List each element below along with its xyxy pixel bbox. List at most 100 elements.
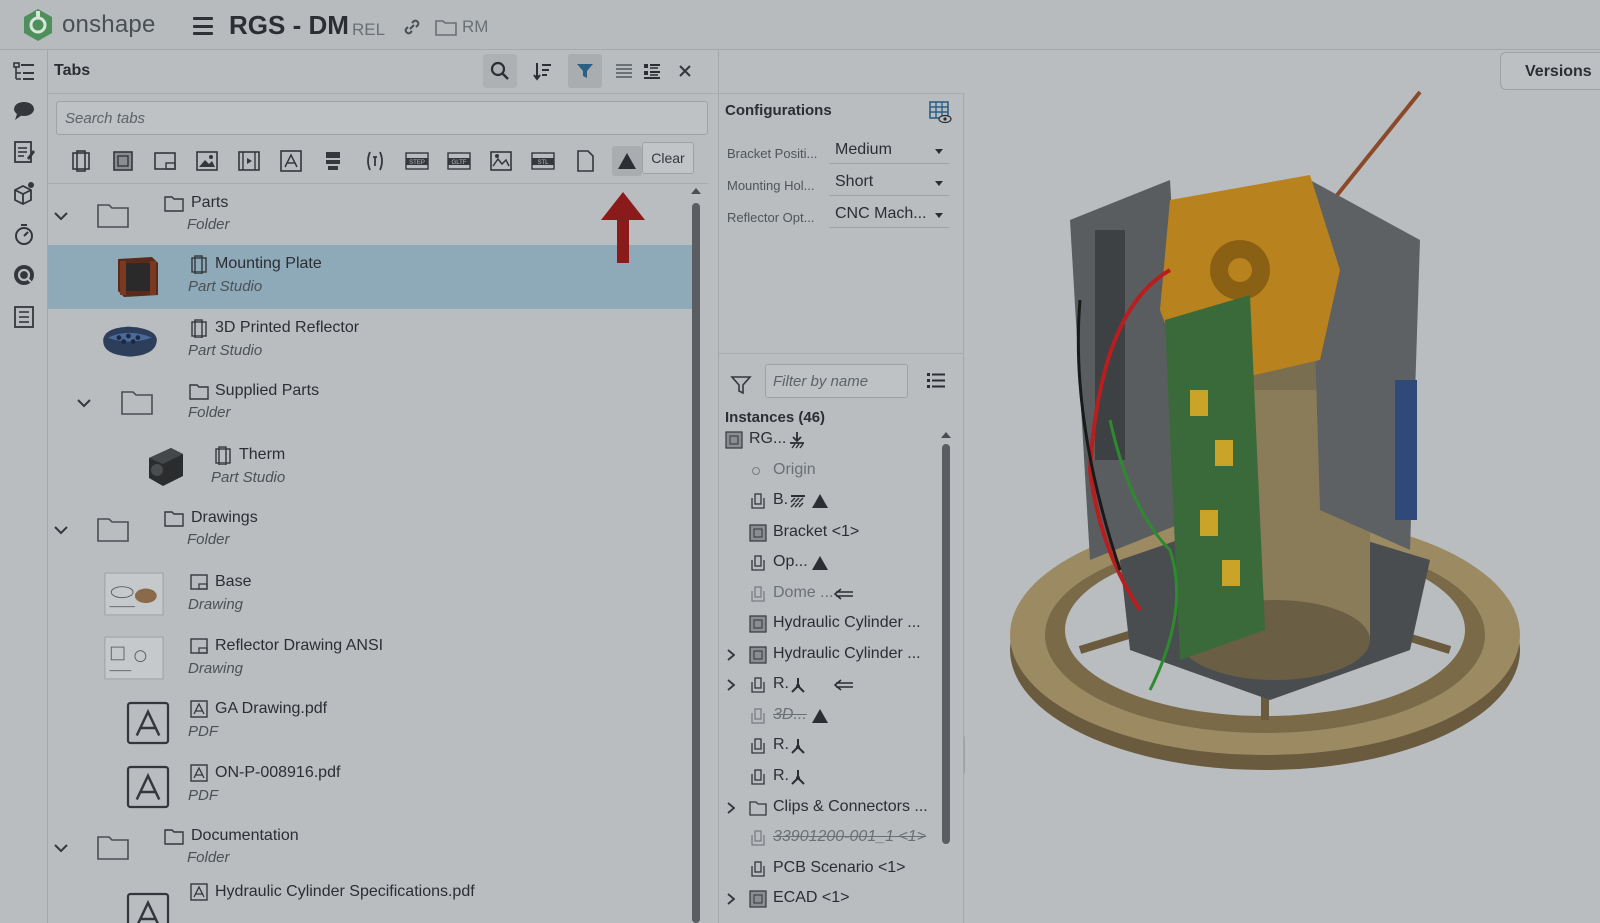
configuration-table-icon[interactable]: [928, 100, 952, 124]
versions-tab[interactable]: Versions: [1500, 52, 1600, 90]
scroll-up-arrow[interactable]: [691, 188, 701, 194]
chevron-right-icon[interactable]: [727, 649, 735, 661]
sort-button[interactable]: [526, 54, 560, 88]
instance-row[interactable]: Origin: [719, 458, 939, 484]
chevron-right-icon[interactable]: [727, 679, 735, 691]
filter-button[interactable]: [568, 54, 602, 88]
list-item[interactable]: 3D Printed Reflector Part Studio: [48, 309, 698, 373]
timer-icon[interactable]: [12, 222, 36, 246]
document-title[interactable]: RGS - DM: [229, 10, 349, 41]
search-button[interactable]: [483, 54, 517, 88]
link-icon[interactable]: [402, 17, 422, 37]
config-select[interactable]: Short: [829, 170, 949, 196]
folder-icon[interactable]: [435, 18, 457, 36]
filter-step[interactable]: STEP: [402, 146, 432, 176]
drawing-icon: [190, 638, 208, 654]
filter-blank-file[interactable]: [570, 146, 600, 176]
folder-name[interactable]: RM: [462, 17, 488, 37]
instance-row[interactable]: PCB Scenario <1>: [719, 856, 939, 882]
instance-row[interactable]: 3D...: [719, 703, 939, 729]
instance-row[interactable]: B.: [719, 488, 939, 514]
onshape-logo[interactable]: onshape: [22, 8, 156, 42]
chevron-down-icon[interactable]: [54, 843, 68, 853]
filter-image[interactable]: [192, 146, 222, 176]
chevron-down-icon[interactable]: [54, 525, 68, 535]
filter-feature-studio[interactable]: [360, 146, 390, 176]
config-select[interactable]: CNC Mach...: [829, 202, 949, 228]
list-item[interactable]: Base Drawing: [48, 563, 698, 627]
tab-name: GA Drawing.pdf: [215, 700, 328, 717]
filter-assembly[interactable]: [108, 146, 138, 176]
tabs-scrollbar[interactable]: [692, 203, 700, 923]
list-options-icon[interactable]: [925, 370, 947, 392]
instance-row[interactable]: 33901200-001_1 <1>: [719, 825, 939, 851]
feature-list-icon[interactable]: [12, 60, 36, 84]
instances-scroll-up-arrow[interactable]: [941, 432, 951, 438]
part-studio-icon: [191, 255, 207, 274]
chevron-down-icon[interactable]: [77, 398, 91, 408]
release-label: REL: [352, 20, 386, 39]
list-item[interactable]: Documentation Folder: [48, 817, 698, 881]
origin-icon: [752, 467, 760, 475]
filter-drawing[interactable]: [150, 146, 180, 176]
clear-filters-button[interactable]: Clear: [642, 142, 694, 174]
comments-icon[interactable]: [12, 99, 36, 123]
search-tabs-field[interactable]: [56, 101, 708, 135]
versions-label: Versions: [1525, 63, 1592, 80]
instance-row[interactable]: R.: [719, 672, 939, 698]
properties-icon[interactable]: [12, 305, 36, 329]
filter-part-studio[interactable]: [66, 146, 96, 176]
notes-icon[interactable]: [12, 140, 36, 164]
instance-row[interactable]: R.: [719, 764, 939, 790]
instance-row[interactable]: Op...: [719, 550, 939, 576]
filter-icon[interactable]: [730, 374, 752, 396]
config-select[interactable]: Medium: [829, 138, 949, 164]
app-store-icon[interactable]: [12, 263, 36, 287]
chevron-down-icon[interactable]: [54, 211, 68, 221]
tab-name: Therm: [239, 446, 286, 463]
list-item[interactable]: Drawings Folder: [48, 499, 698, 563]
list-item[interactable]: Therm Part Studio: [48, 436, 698, 500]
detail-view-button[interactable]: [635, 54, 669, 88]
filter-by-name-field[interactable]: [765, 364, 908, 398]
list-item[interactable]: ON-P-008916.pdf PDF: [48, 754, 698, 818]
list-item[interactable]: GA Drawing.pdf PDF: [48, 690, 698, 754]
filter-stl[interactable]: STL: [528, 146, 558, 176]
tab-type: Part Studio: [188, 278, 263, 295]
filter-cad-import[interactable]: [318, 146, 348, 176]
assembly-model-image[interactable]: [1010, 90, 1550, 810]
released-triangle-icon: [812, 709, 828, 723]
instance-row[interactable]: R.: [719, 733, 939, 759]
instance-row[interactable]: Hydraulic Cylinder ...: [719, 642, 939, 668]
tabs-header: Tabs: [48, 50, 719, 94]
filter-pdf[interactable]: [276, 146, 306, 176]
instances-scrollbar[interactable]: [942, 444, 950, 844]
filter-by-name-input[interactable]: [766, 365, 907, 397]
instance-row[interactable]: Clips & Connectors ...: [719, 795, 939, 821]
instance-row[interactable]: Dome ...: [719, 581, 939, 607]
mounting-plate-thumbnail: [118, 257, 158, 297]
instance-row[interactable]: Bracket <1>: [719, 520, 939, 546]
instance-name: 33901200-001_1 <1>: [773, 828, 927, 845]
instance-row[interactable]: ECAD <1>: [719, 886, 939, 912]
instance-row[interactable]: Hydraulic Cylinder ...: [719, 611, 939, 637]
list-item[interactable]: Hydraulic Cylinder Specifications.pdf: [48, 881, 698, 923]
filter-released[interactable]: [612, 146, 642, 176]
parts-icon[interactable]: [12, 181, 36, 205]
filter-gltf[interactable]: GLTF: [444, 146, 474, 176]
assembly-icon: [749, 524, 767, 542]
tab-type: PDF: [188, 723, 218, 740]
search-tabs-input[interactable]: [57, 102, 707, 134]
chevron-right-icon[interactable]: [727, 893, 735, 905]
part-instance-icon: [751, 861, 765, 877]
list-item[interactable]: Supplied Parts Folder: [48, 372, 698, 436]
filter-video[interactable]: [234, 146, 264, 176]
filter-render[interactable]: [486, 146, 516, 176]
part-instance-icon: [751, 708, 765, 724]
chevron-right-icon[interactable]: [727, 802, 735, 814]
close-panel-button[interactable]: [668, 54, 702, 88]
menu-icon[interactable]: [193, 17, 213, 35]
assembly-icon: [749, 646, 767, 664]
instance-row[interactable]: RG...: [719, 427, 939, 453]
list-item[interactable]: Reflector Drawing ANSI Drawing: [48, 627, 698, 691]
